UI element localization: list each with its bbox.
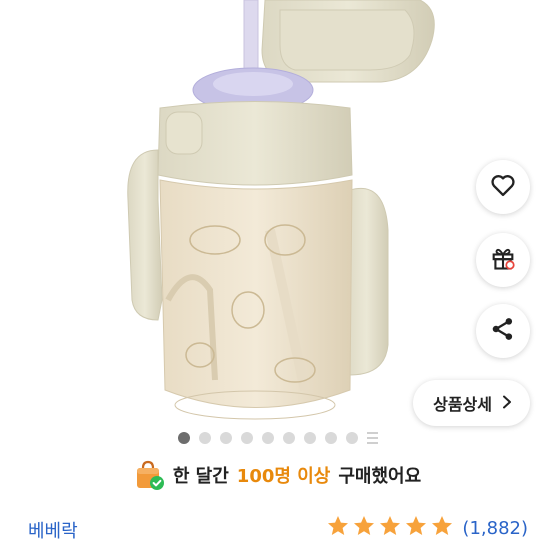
review-count: (1,882) (462, 517, 528, 539)
gift-button[interactable] (476, 233, 530, 287)
carousel-dot[interactable] (198, 432, 211, 444)
product-detail-button[interactable]: 상품상세 (413, 380, 530, 426)
product-image[interactable] (0, 0, 554, 425)
seller-link[interactable]: 베베락 (28, 517, 78, 543)
carousel-pagination (0, 432, 554, 444)
carousel-dot[interactable] (219, 432, 232, 444)
gift-icon (489, 244, 517, 276)
share-icon (489, 315, 517, 347)
shopping-bag-check-icon (133, 459, 165, 491)
promo-suffix: 구매했어요 (338, 466, 422, 487)
star-icon (352, 514, 376, 542)
carousel-dot[interactable] (240, 432, 253, 444)
carousel-dot[interactable] (324, 432, 337, 444)
carousel-dot[interactable] (261, 432, 274, 444)
star-icon (378, 514, 402, 542)
heart-icon (489, 171, 517, 203)
product-detail-label: 상품상세 (433, 395, 492, 414)
rating-summary[interactable]: (1,882) (326, 514, 528, 542)
view-all-icon[interactable] (367, 432, 379, 444)
share-button[interactable] (476, 304, 530, 358)
carousel-dot[interactable] (345, 432, 358, 444)
carousel-dot[interactable] (303, 432, 316, 444)
chevron-right-icon (502, 394, 512, 413)
purchase-count-banner: 한 달간 100명 이상 구매했어요 (0, 459, 554, 491)
star-icon (430, 514, 454, 542)
sippy-cup-illustration (127, 0, 435, 420)
star-icon (404, 514, 428, 542)
star-icon (326, 514, 350, 542)
promo-prefix: 한 달간 (172, 466, 229, 487)
carousel-dot[interactable] (177, 432, 190, 444)
carousel-dot[interactable] (282, 432, 295, 444)
promo-highlight: 100명 이상 (236, 466, 331, 487)
like-button[interactable] (476, 160, 530, 214)
